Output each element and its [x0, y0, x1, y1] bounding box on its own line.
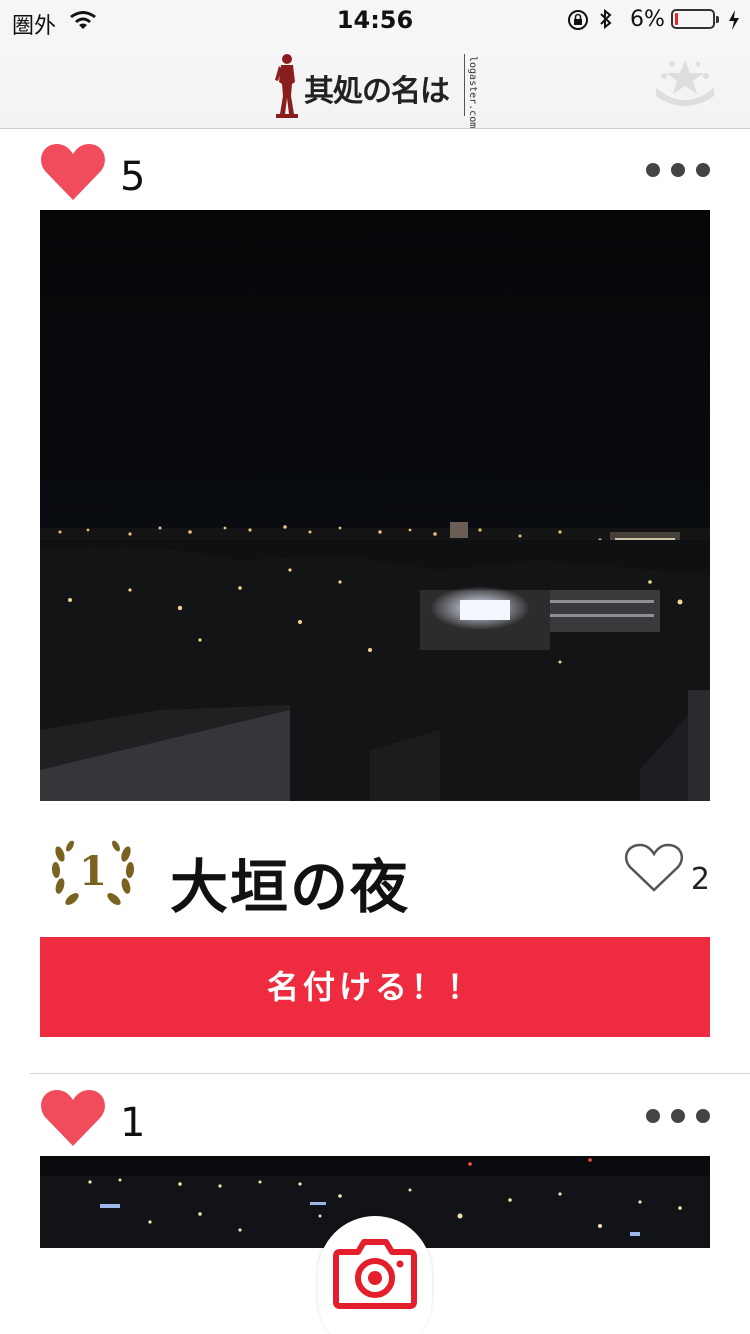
place-name: 大垣の夜	[170, 853, 411, 921]
app-title: 其処の名は	[304, 74, 450, 109]
like-heart-icon[interactable]	[40, 1088, 106, 1152]
battery-level	[675, 13, 678, 25]
post-header: 1	[40, 1088, 710, 1158]
battery-percent: 6%	[630, 7, 665, 32]
like-count: 5	[120, 154, 146, 200]
night-city-image	[40, 210, 710, 801]
heart-outline-icon	[624, 843, 684, 892]
camera-icon	[333, 1239, 417, 1309]
rank-laurel-icon: 1	[48, 836, 138, 910]
logo-domain: logaster.com	[467, 56, 478, 129]
more-options-button[interactable]	[646, 160, 710, 180]
ranking-button[interactable]	[650, 54, 720, 110]
dot-icon	[696, 1109, 710, 1123]
statue-icon	[272, 52, 302, 122]
charging-icon	[727, 8, 741, 36]
app-logo: 其処の名は logaster.com	[268, 50, 488, 128]
name-it-button[interactable]: 名付ける！！	[40, 937, 710, 1037]
dot-icon	[696, 163, 710, 177]
battery-icon	[671, 9, 719, 29]
dot-icon	[646, 163, 660, 177]
like-count: 1	[120, 1100, 146, 1146]
dot-icon	[671, 163, 685, 177]
post-header: 5	[40, 142, 710, 212]
more-options-button[interactable]	[646, 1106, 710, 1126]
status-bar: 圏外 14:56 6%	[0, 0, 750, 40]
bluetooth-icon	[598, 7, 614, 37]
name-row: 1 大垣の夜 2	[40, 832, 710, 921]
name-like-count: 2	[690, 862, 710, 897]
dot-icon	[671, 1109, 685, 1123]
camera-button[interactable]	[318, 1216, 432, 1334]
like-heart-icon[interactable]	[40, 142, 106, 206]
post-photo[interactable]	[40, 210, 710, 801]
rotation-lock-icon	[566, 8, 590, 36]
nav-bar: 其処の名は logaster.com	[0, 40, 750, 129]
star-rank-icon	[656, 60, 714, 106]
dot-icon	[646, 1109, 660, 1123]
rank-number: 1	[79, 848, 107, 895]
post-divider	[30, 1073, 750, 1074]
app-screen: 圏外 14:56 6% 其処の名は logaster.com 5 1 大垣の夜 …	[0, 0, 750, 1334]
name-like-button[interactable]: 2	[624, 842, 710, 897]
